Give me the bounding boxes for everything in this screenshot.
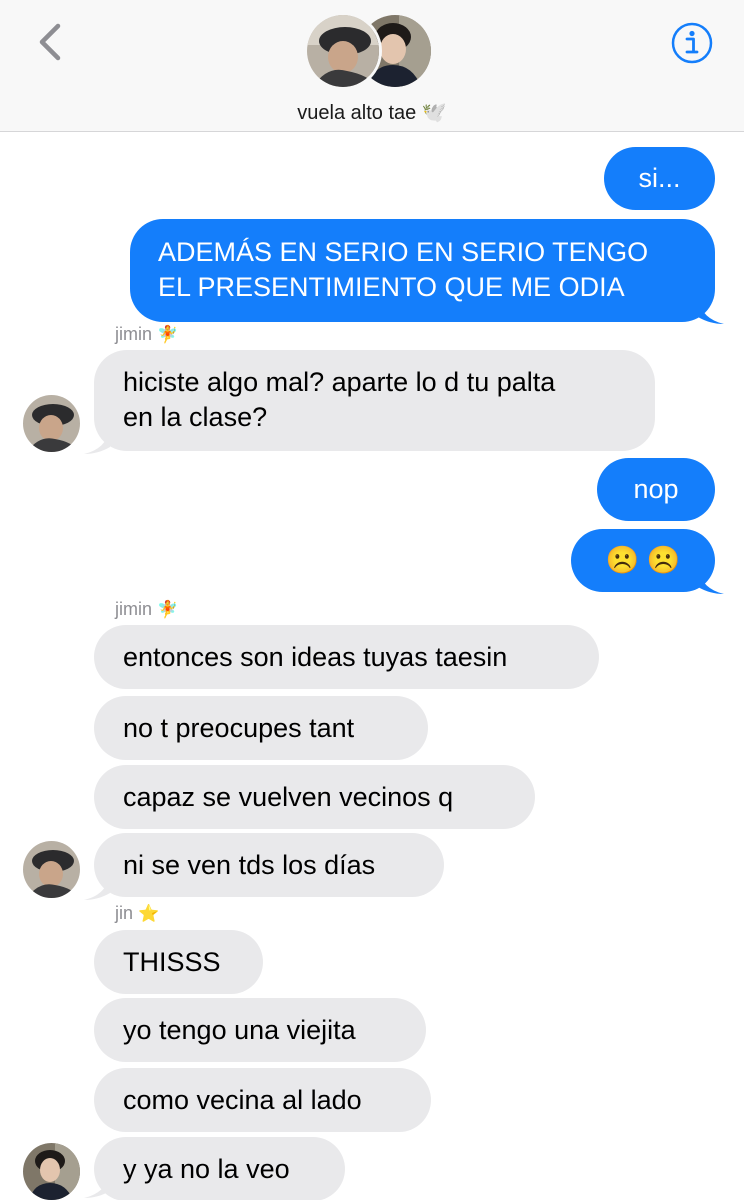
sent-message[interactable]: si... — [604, 147, 715, 210]
group-name-text: vuela alto tae — [297, 102, 417, 124]
dove-emoji: 🕊️ — [421, 102, 447, 124]
back-button[interactable] — [30, 20, 74, 64]
conversation-header: vuela alto tae 🕊️ — [0, 0, 744, 132]
sender-name-jin: jin ⭐ — [115, 903, 160, 923]
message-line: en la clase? — [123, 402, 268, 432]
info-button[interactable] — [670, 21, 714, 65]
received-message[interactable]: capaz se vuelven vecinos q — [94, 765, 535, 829]
message-line: EL PRESENTIMIENTO QUE ME ODIA — [158, 272, 625, 302]
received-message[interactable]: ni se ven tds los días — [94, 833, 444, 897]
info-circle-icon — [671, 22, 713, 64]
received-message[interactable]: entonces son ideas tuyas taesin — [94, 625, 599, 689]
bubble-tail — [84, 1173, 110, 1198]
avatar-jimin[interactable] — [23, 841, 80, 898]
received-message[interactable]: no t preocupes tant — [94, 696, 428, 760]
group-avatars[interactable] — [304, 12, 434, 90]
sent-message[interactable]: nop — [597, 458, 715, 521]
received-message[interactable]: y ya no la veo — [94, 1137, 345, 1200]
bubble-tail — [84, 429, 110, 454]
message-thread[interactable]: si... ADEMÁS EN SERIO EN SERIO TENGO EL … — [0, 133, 744, 1200]
received-message[interactable]: THISSS — [94, 930, 263, 994]
avatar-jimin — [304, 12, 382, 90]
received-message[interactable]: como vecina al lado — [94, 1068, 431, 1132]
sent-message[interactable]: ADEMÁS EN SERIO EN SERIO TENGO EL PRESEN… — [130, 219, 715, 322]
received-message[interactable]: yo tengo una viejita — [94, 998, 426, 1062]
sender-name-jimin: jimin 🧚 — [115, 324, 179, 344]
message-line: hiciste algo mal? aparte lo d tu palta — [123, 367, 556, 397]
bubble-tail — [698, 569, 724, 594]
group-title[interactable]: vuela alto tae 🕊️ — [0, 100, 744, 125]
message-line: ADEMÁS EN SERIO EN SERIO TENGO — [158, 237, 649, 267]
avatar-jimin[interactable] — [23, 395, 80, 452]
chevron-left-icon — [39, 23, 61, 61]
bubble-tail — [84, 875, 110, 900]
avatar-jin[interactable] — [23, 1143, 80, 1200]
sent-message[interactable]: ☹️ ☹️ — [571, 529, 715, 592]
sender-name-jimin: jimin 🧚 — [115, 599, 179, 619]
bubble-tail — [698, 299, 724, 324]
received-message[interactable]: hiciste algo mal? aparte lo d tu palta e… — [94, 350, 655, 451]
